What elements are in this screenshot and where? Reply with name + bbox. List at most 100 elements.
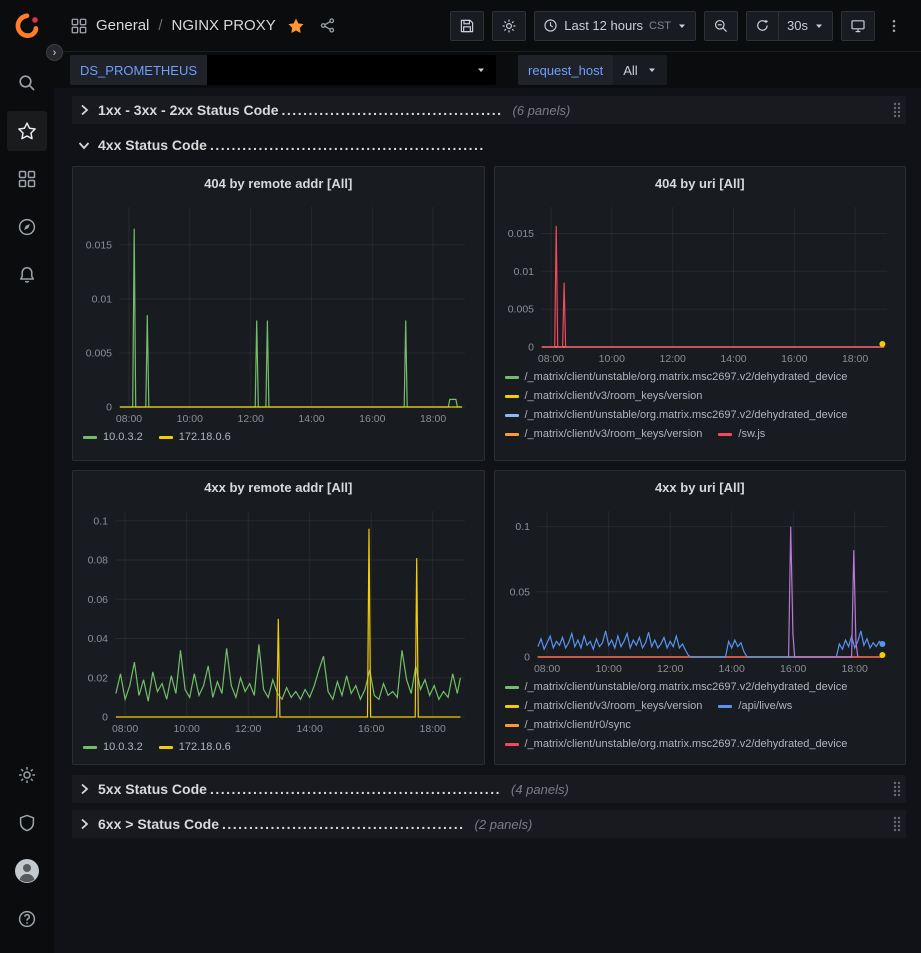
legend-item[interactable]: /api/live/ws [718, 700, 792, 713]
svg-text:0: 0 [102, 712, 108, 724]
save-dashboard-button[interactable] [450, 11, 484, 41]
sidebar-item-help[interactable] [7, 899, 47, 939]
row-title-dots: ........................................… [222, 816, 465, 832]
breadcrumb-section[interactable]: General [96, 17, 149, 34]
dashboard-grid-icon [70, 17, 88, 35]
svg-text:12:00: 12:00 [659, 353, 685, 365]
svg-text:0.06: 0.06 [88, 594, 109, 606]
variable-label-text: DS_PROMETHEUS [80, 63, 197, 78]
legend-item[interactable]: /_matrix/client/v3/room_keys/version [505, 390, 703, 403]
legend-item[interactable]: /_matrix/client/unstable/org.matrix.msc2… [505, 738, 848, 751]
svg-text:08:00: 08:00 [533, 663, 559, 675]
zoom-out-button[interactable] [704, 11, 738, 41]
breadcrumb-separator: / [158, 17, 162, 34]
row-1xx-3xx-2xx-status-code[interactable]: 1xx - 3xx - 2xx Status Code ............… [72, 96, 906, 124]
topbar-actions: Last 12 hours CST 30s [450, 11, 905, 41]
row-5xx-status-code[interactable]: 5xx Status Code ........................… [72, 775, 906, 803]
sidebar-item-admin-settings[interactable] [7, 755, 47, 795]
avatar [14, 858, 40, 884]
row-6xx-status-code[interactable]: 6xx > Status Code ......................… [72, 810, 906, 838]
dashboard-settings-button[interactable] [492, 11, 526, 41]
sidebar-item-explore[interactable] [7, 207, 47, 247]
legend-swatch [83, 746, 97, 749]
svg-text:12:00: 12:00 [238, 413, 264, 425]
svg-text:18:00: 18:00 [420, 723, 446, 735]
panel-title[interactable]: 404 by remote addr [All] [81, 171, 476, 197]
sidebar-item-profile[interactable] [7, 851, 47, 891]
row-title: 5xx Status Code [98, 781, 207, 797]
row-drag-handle[interactable] [892, 814, 902, 834]
timezone-label: CST [649, 20, 671, 32]
legend-swatch [505, 395, 519, 398]
legend-label: /_matrix/client/r0/sync [525, 719, 631, 732]
panel-title[interactable]: 4xx by uri [All] [503, 475, 898, 501]
zoom-out-icon [713, 18, 729, 34]
row-drag-handle[interactable] [892, 779, 902, 799]
bell-icon [17, 265, 37, 285]
time-range-picker[interactable]: Last 12 hours CST [534, 11, 696, 41]
sidebar [0, 0, 54, 953]
breadcrumb-title[interactable]: NGINX PROXY [172, 17, 276, 34]
refresh-interval-picker[interactable]: 30s [778, 11, 833, 41]
gear-icon [501, 18, 517, 34]
kebab-menu-button[interactable] [883, 15, 905, 37]
sidebar-item-search[interactable] [7, 63, 47, 103]
chart-404-by-uri[interactable]: 00.0050.010.01508:0010:0012:0014:0016:00… [503, 197, 897, 369]
variable-value-request-host[interactable]: All [613, 55, 667, 85]
legend-item[interactable]: 10.0.3.2 [83, 431, 143, 444]
variable-value-datasource[interactable] [207, 55, 496, 85]
legend-label: /_matrix/client/unstable/org.matrix.msc2… [525, 371, 848, 384]
sidebar-item-starred[interactable] [7, 111, 47, 151]
panel-title[interactable]: 404 by uri [All] [503, 171, 898, 197]
legend-item[interactable]: /_matrix/client/v3/room_keys/version [505, 700, 703, 713]
legend-item[interactable]: /_matrix/client/v3/room_keys/version [505, 428, 703, 441]
legend-swatch [718, 433, 732, 436]
row-4xx-status-code[interactable]: 4xx Status Code ........................… [72, 131, 906, 159]
legend-label: 10.0.3.2 [103, 741, 143, 754]
sidebar-item-alerting[interactable] [7, 255, 47, 295]
svg-text:08:00: 08:00 [112, 723, 138, 735]
grafana-logo[interactable] [8, 9, 46, 45]
favorite-star-button[interactable] [284, 14, 308, 38]
svg-text:16:00: 16:00 [780, 663, 806, 675]
chevron-down-icon [814, 21, 824, 31]
legend-swatch [159, 436, 173, 439]
svg-text:0.005: 0.005 [86, 347, 112, 359]
panel-4xx-by-uri: 4xx by uri [All] 00.050.108:0010:0012:00… [494, 470, 907, 765]
sidebar-item-server-admin[interactable] [7, 803, 47, 843]
legend-label: /_matrix/client/unstable/org.matrix.msc2… [525, 738, 848, 751]
svg-text:16:00: 16:00 [358, 723, 384, 735]
chart-4xx-by-uri[interactable]: 00.050.108:0010:0012:0014:0016:0018:00 [503, 501, 897, 679]
legend-item[interactable]: /_matrix/client/unstable/org.matrix.msc2… [505, 409, 848, 422]
refresh-button[interactable] [746, 11, 778, 41]
legend-item[interactable]: 172.18.0.6 [159, 741, 231, 754]
sidebar-item-dashboards[interactable] [7, 159, 47, 199]
chart-4xx-by-remote-addr[interactable]: 00.020.040.060.080.108:0010:0012:0014:00… [81, 501, 475, 739]
legend-item[interactable]: /_matrix/client/r0/sync [505, 719, 631, 732]
legend-item[interactable]: /_matrix/client/unstable/org.matrix.msc2… [505, 371, 848, 384]
svg-text:12:00: 12:00 [235, 723, 261, 735]
row-panel-count: (4 panels) [511, 782, 569, 797]
legend-item[interactable]: 172.18.0.6 [159, 431, 231, 444]
legend-item[interactable]: /_matrix/client/unstable/org.matrix.msc2… [505, 681, 848, 694]
shield-icon [17, 813, 37, 833]
panel-404-by-remote-addr: 404 by remote addr [All] 00.0050.010.015… [72, 166, 485, 461]
row-title: 1xx - 3xx - 2xx Status Code [98, 102, 279, 118]
svg-text:10:00: 10:00 [174, 723, 200, 735]
svg-text:0.08: 0.08 [88, 555, 109, 567]
svg-text:0.015: 0.015 [86, 239, 112, 251]
legend-item[interactable]: 10.0.3.2 [83, 741, 143, 754]
panel-title[interactable]: 4xx by remote addr [All] [81, 475, 476, 501]
chart-legend: 10.0.3.2 172.18.0.6 [81, 739, 476, 754]
row-drag-handle[interactable] [892, 100, 902, 120]
tv-mode-button[interactable] [841, 11, 875, 41]
variable-label-request-host: request_host [518, 55, 613, 85]
svg-text:10:00: 10:00 [595, 663, 621, 675]
sidebar-expand-button[interactable]: › [46, 44, 63, 61]
legend-swatch [505, 743, 519, 746]
share-button[interactable] [316, 14, 339, 37]
legend-item[interactable]: /sw.js [718, 428, 765, 441]
chart-legend: /_matrix/client/unstable/org.matrix.msc2… [503, 679, 898, 751]
row-title-dots: ........................................… [210, 781, 501, 797]
chart-404-by-remote-addr[interactable]: 00.0050.010.01508:0010:0012:0014:0016:00… [81, 197, 475, 429]
